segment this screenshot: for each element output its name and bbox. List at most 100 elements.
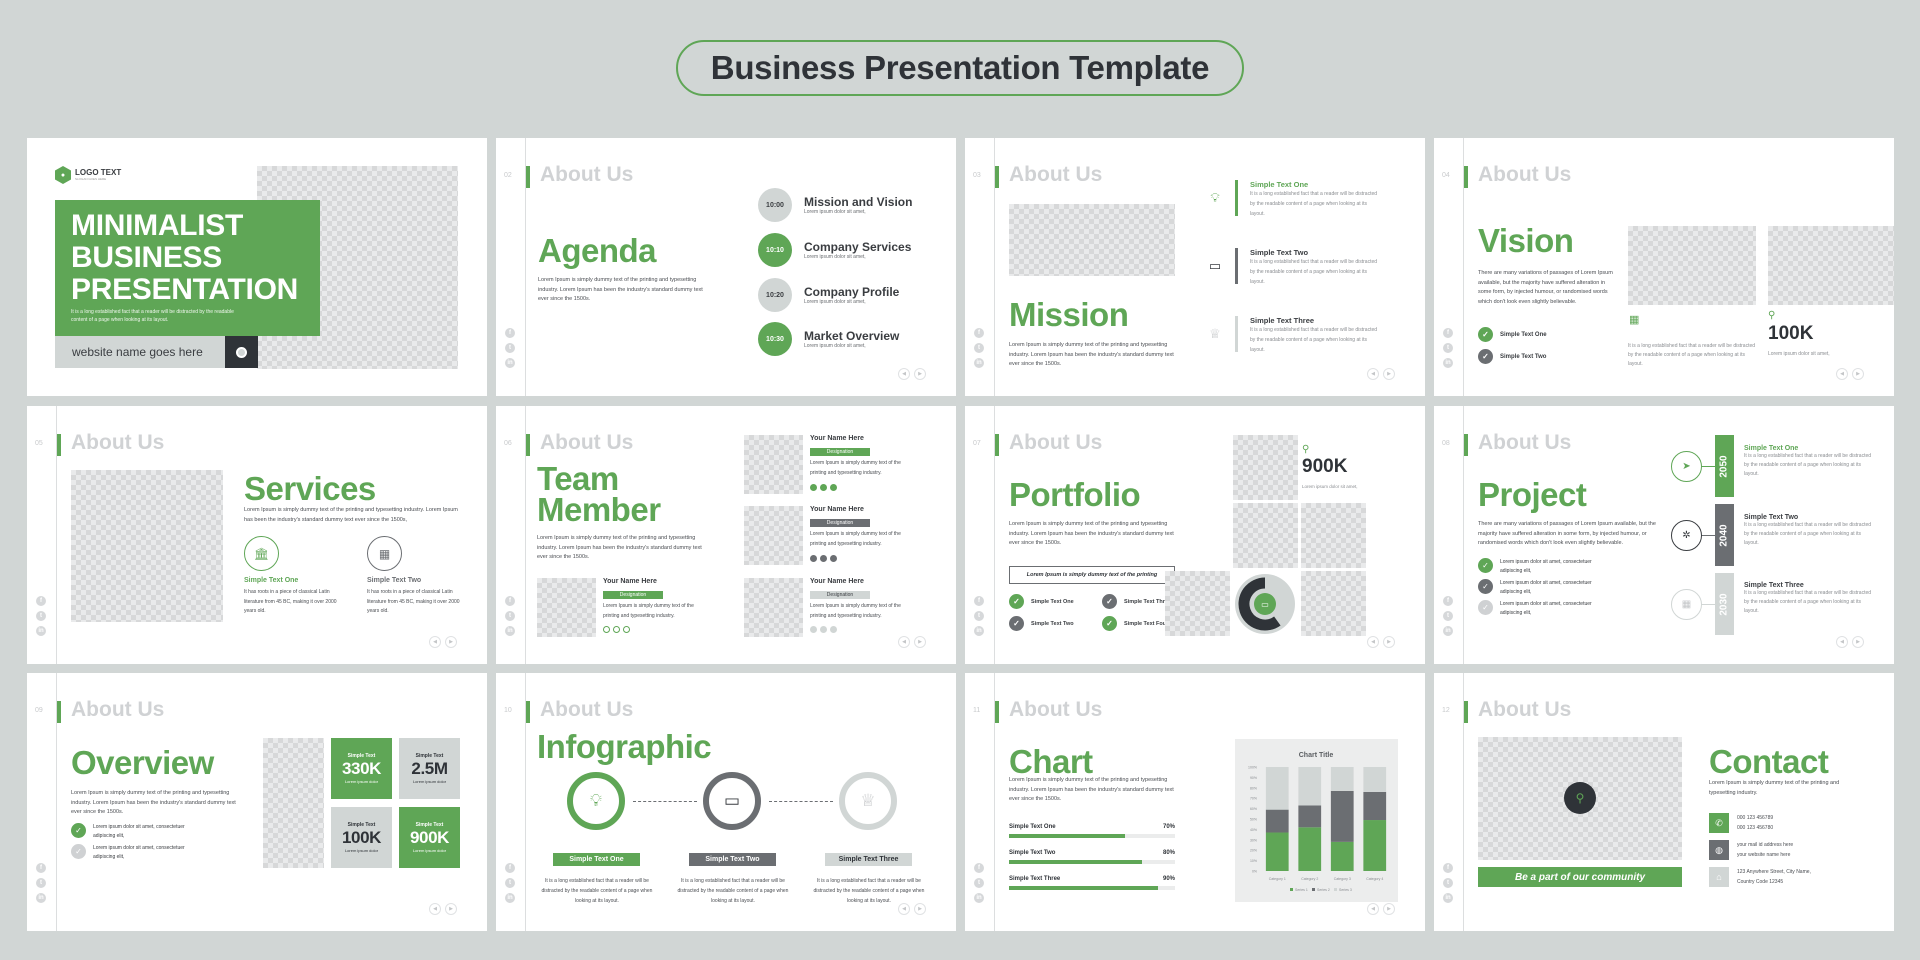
facebook-icon[interactable]	[603, 626, 610, 633]
prev-button[interactable]: ◀	[429, 903, 441, 915]
facebook-icon[interactable]: f	[1443, 328, 1453, 338]
facebook-icon[interactable]: f	[36, 863, 46, 873]
agenda-item[interactable]: 10:20 Company Profile Lorem ipsum dolor s…	[758, 278, 899, 312]
twitter-icon[interactable]	[613, 626, 620, 633]
agenda-item[interactable]: 10:30 Market Overview Lorem ipsum dolor s…	[758, 322, 899, 356]
linkedin-icon[interactable]: in	[974, 358, 984, 368]
twitter-icon[interactable]: t	[505, 611, 515, 621]
prev-button[interactable]: ◀	[1367, 368, 1379, 380]
slide-team[interactable]: 06 About Us Team Member Lorem Ipsum is si…	[496, 406, 956, 664]
image-placeholder	[71, 470, 223, 622]
facebook-icon[interactable]: f	[505, 596, 515, 606]
linkedin-icon[interactable]: in	[974, 893, 984, 903]
location-pin-icon[interactable]: ⚲	[1564, 782, 1596, 814]
prev-button[interactable]: ◀	[898, 636, 910, 648]
prev-button[interactable]: ◀	[898, 368, 910, 380]
twitter-icon[interactable]	[820, 484, 827, 491]
twitter-icon[interactable]	[820, 555, 827, 562]
facebook-icon[interactable]	[810, 626, 817, 633]
facebook-icon[interactable]: f	[505, 328, 515, 338]
twitter-icon[interactable]: t	[974, 878, 984, 888]
linkedin-icon[interactable]: in	[36, 893, 46, 903]
facebook-icon[interactable]: f	[1443, 596, 1453, 606]
bar-segment	[1265, 767, 1289, 810]
twitter-icon[interactable]: t	[36, 611, 46, 621]
slide-services[interactable]: 05 About Us Services Lorem Ipsum is simp…	[27, 406, 487, 664]
prev-button[interactable]: ◀	[898, 903, 910, 915]
facebook-icon[interactable]: f	[974, 863, 984, 873]
slide-contact[interactable]: 12 About Us ⚲ Be a part of our community…	[1434, 673, 1894, 931]
check-label: Lorem ipsum dolor sit amet, consectetuer…	[93, 824, 185, 839]
social-links: f t in	[1443, 596, 1453, 636]
twitter-icon[interactable]: t	[36, 878, 46, 888]
linkedin-icon[interactable]: in	[505, 626, 515, 636]
linkedin-icon[interactable]: in	[1443, 893, 1453, 903]
slide-cover[interactable]: ● LOGO TEXT SLOGAN GOES HERE MINIMALIST …	[27, 138, 487, 396]
agenda-item[interactable]: 10:00 Mission and Vision Lorem ipsum dolo…	[758, 188, 912, 222]
next-button[interactable]: ▶	[1383, 368, 1395, 380]
prev-button[interactable]: ◀	[1836, 636, 1848, 648]
bar-segment	[1298, 805, 1322, 828]
next-button[interactable]: ▶	[1852, 636, 1864, 648]
facebook-icon[interactable]	[810, 484, 817, 491]
prev-button[interactable]: ◀	[1367, 636, 1379, 648]
facebook-icon[interactable]: f	[36, 596, 46, 606]
twitter-icon[interactable]: t	[1443, 878, 1453, 888]
globe-icon[interactable]	[225, 336, 258, 368]
bar-segment	[1265, 832, 1289, 871]
linkedin-icon[interactable]: in	[505, 358, 515, 368]
slide-nav: ◀ ▶	[429, 903, 457, 915]
prev-button[interactable]: ◀	[1836, 368, 1848, 380]
facebook-icon[interactable]: f	[974, 328, 984, 338]
next-button[interactable]: ▶	[914, 903, 926, 915]
twitter-icon[interactable]: t	[505, 343, 515, 353]
twitter-icon[interactable]: t	[505, 878, 515, 888]
linkedin-icon[interactable]: in	[1443, 626, 1453, 636]
slide-mission[interactable]: 03 About Us Mission Lorem Ipsum is simpl…	[965, 138, 1425, 396]
next-button[interactable]: ▶	[1383, 636, 1395, 648]
slide-vision[interactable]: 04 About Us Vision There are many variat…	[1434, 138, 1894, 396]
slide-project[interactable]: 08 About Us Project There are many varia…	[1434, 406, 1894, 664]
twitter-icon[interactable]: t	[974, 343, 984, 353]
chart-title: Chart Title	[1299, 752, 1334, 759]
slide-portfolio[interactable]: 07 About Us Portfolio Lorem Ipsum is sim…	[965, 406, 1425, 664]
linkedin-icon[interactable]: in	[1443, 358, 1453, 368]
next-button[interactable]: ▶	[1852, 368, 1864, 380]
slide-nav: ◀ ▶	[1367, 368, 1395, 380]
next-button[interactable]: ▶	[445, 903, 457, 915]
twitter-icon[interactable]: t	[974, 611, 984, 621]
next-button[interactable]: ▶	[445, 636, 457, 648]
linkedin-icon[interactable]: in	[36, 626, 46, 636]
agenda-item[interactable]: 10:10 Company Services Lorem ipsum dolor …	[758, 233, 911, 267]
slide-overview[interactable]: 09 About Us Overview Lorem Ipsum is simp…	[27, 673, 487, 931]
body-text: Lorem Ipsum is simply dummy text of the …	[244, 507, 458, 523]
linkedin-icon[interactable]	[830, 626, 837, 633]
facebook-icon[interactable]: f	[974, 596, 984, 606]
prev-button[interactable]: ◀	[1367, 903, 1379, 915]
linkedin-icon[interactable]	[623, 626, 630, 633]
slide-nav: ◀ ▶	[1367, 636, 1395, 648]
linkedin-icon[interactable]: in	[974, 626, 984, 636]
contact-line[interactable]: your mail id address here	[1737, 840, 1793, 850]
linkedin-icon[interactable]: in	[505, 893, 515, 903]
facebook-icon[interactable]: f	[1443, 863, 1453, 873]
linkedin-icon[interactable]	[830, 555, 837, 562]
prev-button[interactable]: ◀	[429, 636, 441, 648]
facebook-icon[interactable]: f	[505, 863, 515, 873]
designation-badge: Designation	[810, 448, 870, 456]
body-text: There are many variations of passages of…	[1478, 270, 1613, 305]
next-button[interactable]: ▶	[914, 636, 926, 648]
y-tick-label: 60%	[1250, 807, 1257, 811]
slide-agenda[interactable]: 02 About Us Agenda Lorem Ipsum is simply…	[496, 138, 956, 396]
twitter-icon[interactable]: t	[1443, 343, 1453, 353]
linkedin-icon[interactable]	[830, 484, 837, 491]
slide-chart[interactable]: 11 About Us Chart Lorem Ipsum is simply …	[965, 673, 1425, 931]
twitter-icon[interactable]: t	[1443, 611, 1453, 621]
facebook-icon[interactable]	[810, 555, 817, 562]
slide-infographic[interactable]: 10 About Us Infographic 💡︎ ▭ ♕ Simple Te…	[496, 673, 956, 931]
time-badge: 10:00	[758, 188, 792, 222]
contact-line[interactable]: your website name here	[1737, 850, 1793, 860]
next-button[interactable]: ▶	[1383, 903, 1395, 915]
next-button[interactable]: ▶	[914, 368, 926, 380]
twitter-icon[interactable]	[820, 626, 827, 633]
